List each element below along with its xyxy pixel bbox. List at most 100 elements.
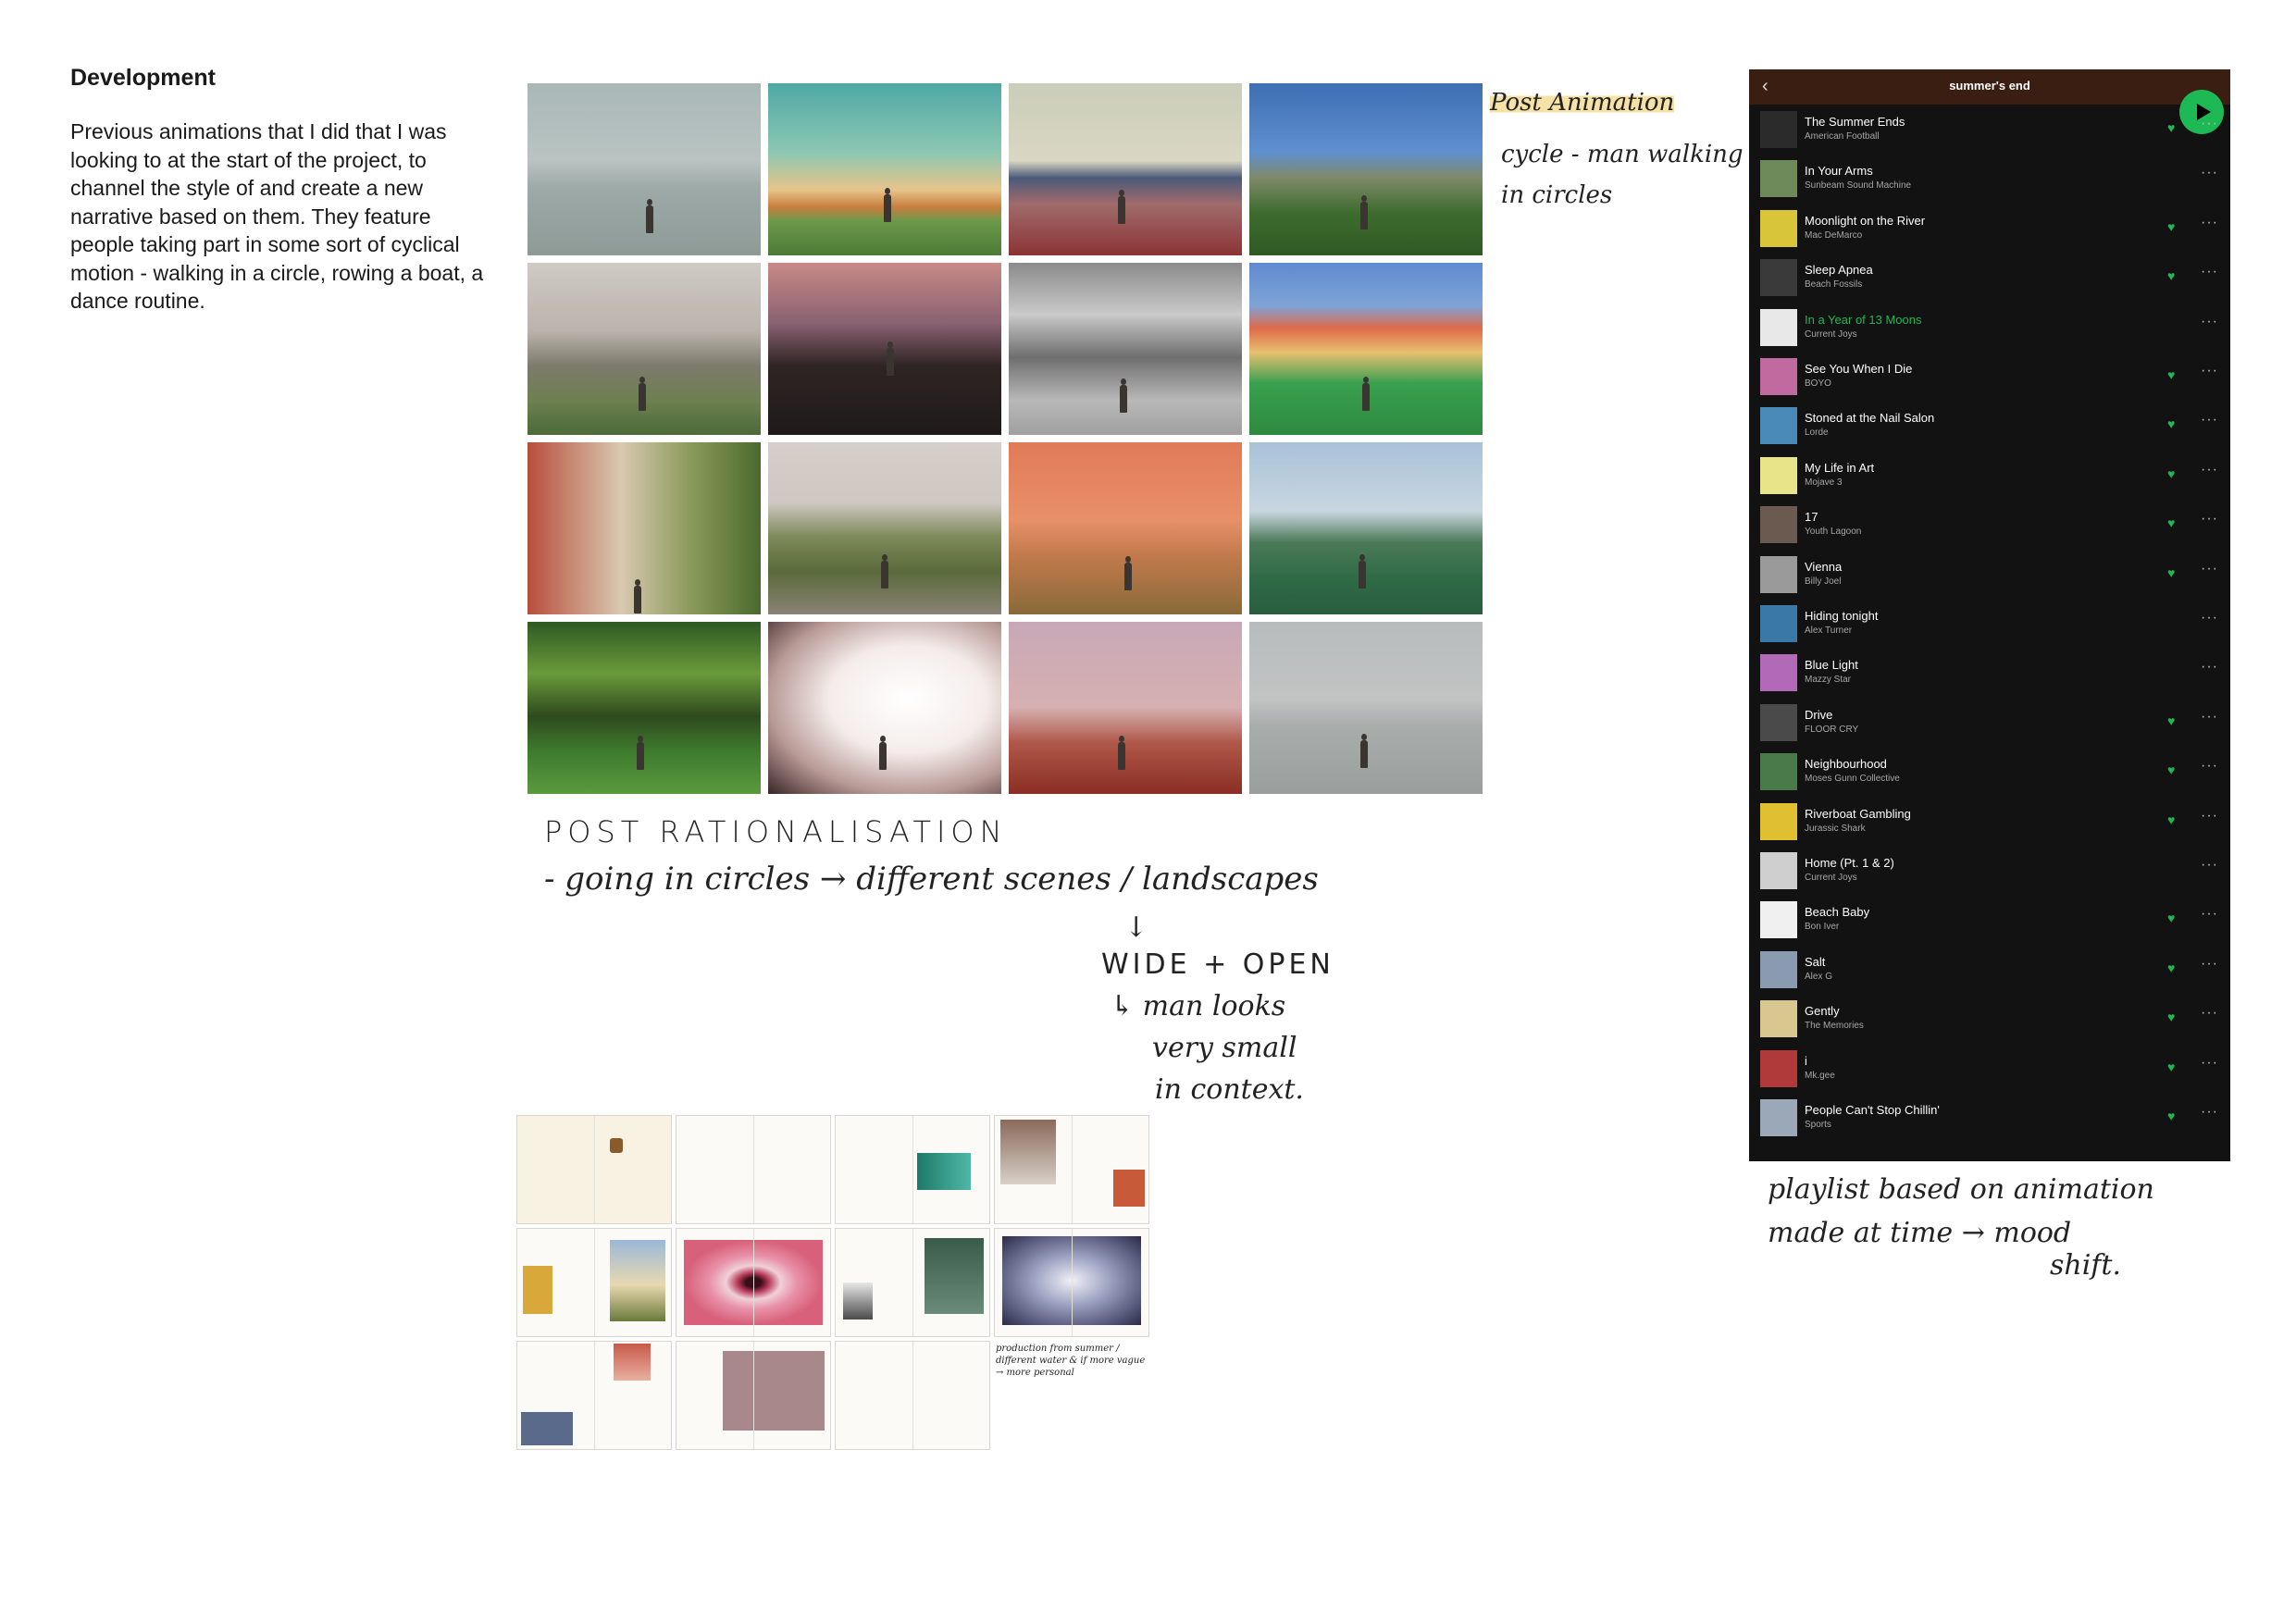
track-title: Vienna [1805,559,1843,574]
walking-figure [637,736,644,770]
track-row[interactable]: The Summer Ends American Football ♥ ··· [1749,106,2230,153]
track-row[interactable]: Neighbourhood Moses Gunn Collective ♥ ··· [1749,749,2230,795]
track-title: Drive [1805,707,1833,722]
photo-sea-pier [527,83,761,255]
more-options-icon[interactable]: ··· [2201,610,2218,626]
album-art [1760,111,1797,148]
track-row[interactable]: Vienna Billy Joel ♥ ··· [1749,551,2230,598]
heart-icon[interactable]: ♥ [2167,911,2175,925]
track-row[interactable]: Home (Pt. 1 & 2) Current Joys ··· [1749,848,2230,894]
note-cycle-line1: cycle - man walking [1501,141,1744,168]
track-title: Moonlight on the River [1805,213,1926,228]
track-artist: Mojave 3 [1805,477,1843,488]
sketchbook-page [994,1228,1149,1337]
more-options-icon[interactable]: ··· [2201,116,2218,132]
track-title: Riverboat Gambling [1805,806,1911,821]
more-options-icon[interactable]: ··· [2201,215,2218,231]
more-options-icon[interactable]: ··· [2201,511,2218,527]
note-cycle-line2: in circles [1501,181,1613,209]
page-image [610,1138,623,1153]
album-art [1760,209,1797,247]
track-row[interactable]: Stoned at the Nail Salon Lorde ♥ ··· [1749,403,2230,449]
more-options-icon[interactable]: ··· [2201,1005,2218,1022]
more-options-icon[interactable]: ··· [2201,659,2218,675]
more-options-icon[interactable]: ··· [2201,363,2218,379]
heart-icon[interactable]: ♥ [2167,1109,2175,1123]
note-in-context: in context. [1155,1073,1304,1106]
more-options-icon[interactable]: ··· [2201,808,2218,824]
walking-figure [639,377,646,411]
heart-icon[interactable]: ♥ [2167,1010,2175,1024]
heart-icon[interactable]: ♥ [2167,713,2175,728]
more-options-icon[interactable]: ··· [2201,956,2218,973]
page-image [917,1153,971,1190]
heart-icon[interactable]: ♥ [2167,416,2175,431]
track-row[interactable]: Blue Light Mazzy Star ··· [1749,650,2230,696]
page-note: production from summer / different water… [996,1344,1146,1378]
heart-icon[interactable]: ♥ [2167,1059,2175,1074]
track-row[interactable]: People Can't Stop Chillin' Sports ♥ ··· [1749,1095,2230,1141]
track-row[interactable]: Moonlight on the River Mac DeMarco ♥ ··· [1749,205,2230,252]
album-art [1760,456,1797,494]
more-options-icon[interactable]: ··· [2201,1055,2218,1072]
track-row[interactable]: Riverboat Gambling Jurassic Shark ♥ ··· [1749,799,2230,845]
track-artist: Mazzy Star [1805,675,1852,686]
heart-icon[interactable]: ♥ [2167,367,2175,382]
track-artist: BOYO [1805,378,1831,389]
sketchbook-page [676,1341,831,1450]
more-options-icon[interactable]: ··· [2201,857,2218,873]
heart-icon[interactable]: ♥ [2167,515,2175,530]
track-row[interactable]: Hiding tonight Alex Turner ··· [1749,601,2230,647]
track-row[interactable]: In Your Arms Sunbeam Sound Machine ··· [1749,155,2230,202]
heart-icon[interactable]: ♥ [2167,120,2175,135]
more-options-icon[interactable]: ··· [2201,165,2218,181]
more-options-icon[interactable]: ··· [2201,314,2218,330]
heart-icon[interactable]: ♥ [2167,960,2175,975]
more-options-icon[interactable]: ··· [2201,709,2218,725]
track-row[interactable]: Beach Baby Bon Iver ♥ ··· [1749,897,2230,943]
development-section: Development Previous animations that I d… [70,65,496,316]
track-title: The Summer Ends [1805,115,1905,129]
track-title: Stoned at the Nail Salon [1805,411,1935,426]
more-options-icon[interactable]: ··· [2201,264,2218,280]
walking-figure [646,199,653,233]
track-row[interactable]: Drive FLOOR CRY ♥ ··· [1749,700,2230,746]
track-row[interactable]: 17 Youth Lagoon ♥ ··· [1749,502,2230,548]
track-row[interactable]: In a Year of 13 Moons Current Joys ··· [1749,304,2230,351]
note-playlist-line3: shift. [2050,1249,2122,1282]
track-row[interactable]: My Life in Art Mojave 3 ♥ ··· [1749,452,2230,499]
more-options-icon[interactable]: ··· [2201,412,2218,428]
photo-vignette-white [768,622,1001,794]
more-options-icon[interactable]: ··· [2201,561,2218,577]
more-options-icon[interactable]: ··· [2201,462,2218,478]
track-artist: American Football [1805,131,1880,142]
album-art [1760,358,1797,395]
track-artist: Billy Joel [1805,576,1842,587]
heart-icon[interactable]: ♥ [2167,762,2175,777]
track-artist: Current Joys [1805,328,1857,340]
playlist-title: summer's end [1949,79,2030,93]
heart-icon[interactable]: ♥ [2167,219,2175,234]
track-row[interactable]: See You When I Die BOYO ♥ ··· [1749,353,2230,400]
album-art [1760,802,1797,840]
more-options-icon[interactable]: ··· [2201,906,2218,923]
walking-figure [1120,378,1127,413]
album-art [1760,160,1797,198]
page-image [723,1351,825,1431]
heart-icon[interactable]: ♥ [2167,466,2175,481]
track-row[interactable]: i Mk.gee ♥ ··· [1749,1046,2230,1092]
track-row[interactable]: Sleep Apnea Beach Fossils ♥ ··· [1749,254,2230,301]
track-title: Blue Light [1805,658,1858,673]
heart-icon[interactable]: ♥ [2167,565,2175,580]
track-artist: Bon Iver [1805,922,1840,933]
track-row[interactable]: Salt Alex G ♥ ··· [1749,947,2230,993]
heart-icon[interactable]: ♥ [2167,812,2175,827]
heart-icon[interactable]: ♥ [2167,268,2175,283]
note-wide-open: WIDE + OPEN [1101,948,1334,981]
more-options-icon[interactable]: ··· [2201,1104,2218,1121]
more-options-icon[interactable]: ··· [2201,758,2218,774]
track-row[interactable]: Gently The Memories ♥ ··· [1749,996,2230,1042]
walking-figure [1118,190,1125,224]
photo-monochrome-building [1009,263,1242,435]
page-image [1002,1236,1141,1325]
